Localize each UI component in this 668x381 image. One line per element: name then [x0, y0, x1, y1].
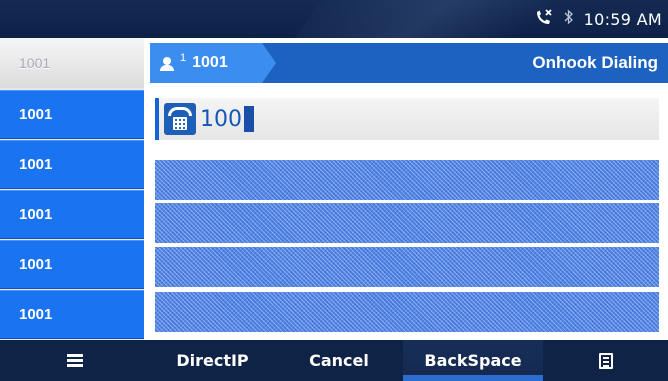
- softkey-bar: DirectIP Cancel BackSpace: [0, 340, 668, 381]
- list-button[interactable]: [0, 340, 150, 381]
- page-title: Onhook Dialing: [532, 53, 658, 72]
- cancel-button[interactable]: Cancel: [275, 340, 403, 381]
- empty-list-row: [155, 203, 659, 243]
- account-index: 1: [180, 52, 187, 64]
- dial-number-input[interactable]: 100: [200, 107, 242, 132]
- account-item[interactable]: 1001: [0, 290, 144, 339]
- dialing-header: 1 1001 Onhook Dialing: [150, 43, 668, 83]
- phone-icon: [164, 103, 196, 135]
- dial-area: 100: [150, 83, 668, 340]
- menu-icon: [598, 352, 613, 369]
- menu-button[interactable]: [543, 340, 668, 381]
- empty-list-row: [155, 292, 659, 332]
- bluetooth-icon: [564, 9, 574, 30]
- directip-button[interactable]: DirectIP: [150, 340, 275, 381]
- account-list-header: 1001: [0, 38, 144, 88]
- dial-input-row[interactable]: 100: [155, 98, 659, 140]
- account-item[interactable]: 1001: [0, 140, 144, 189]
- account-item[interactable]: 1001: [0, 240, 144, 289]
- backspace-button[interactable]: BackSpace: [403, 340, 543, 381]
- user-icon: [158, 54, 176, 72]
- text-cursor: [244, 106, 254, 132]
- account-item[interactable]: 1001: [0, 90, 144, 139]
- missed-call-icon: [534, 8, 554, 31]
- empty-list-row: [155, 247, 659, 287]
- active-account-tag[interactable]: 1 1001: [150, 43, 276, 83]
- active-account-number: 1001: [192, 54, 228, 71]
- account-list: 1001 1001 1001 1001 1001 1001: [0, 38, 144, 340]
- empty-list-row: [155, 160, 659, 200]
- account-item[interactable]: 1001: [0, 190, 144, 239]
- status-bar: 10:59 AM: [0, 0, 668, 38]
- list-icon: [67, 353, 83, 368]
- clock: 10:59 AM: [583, 9, 662, 29]
